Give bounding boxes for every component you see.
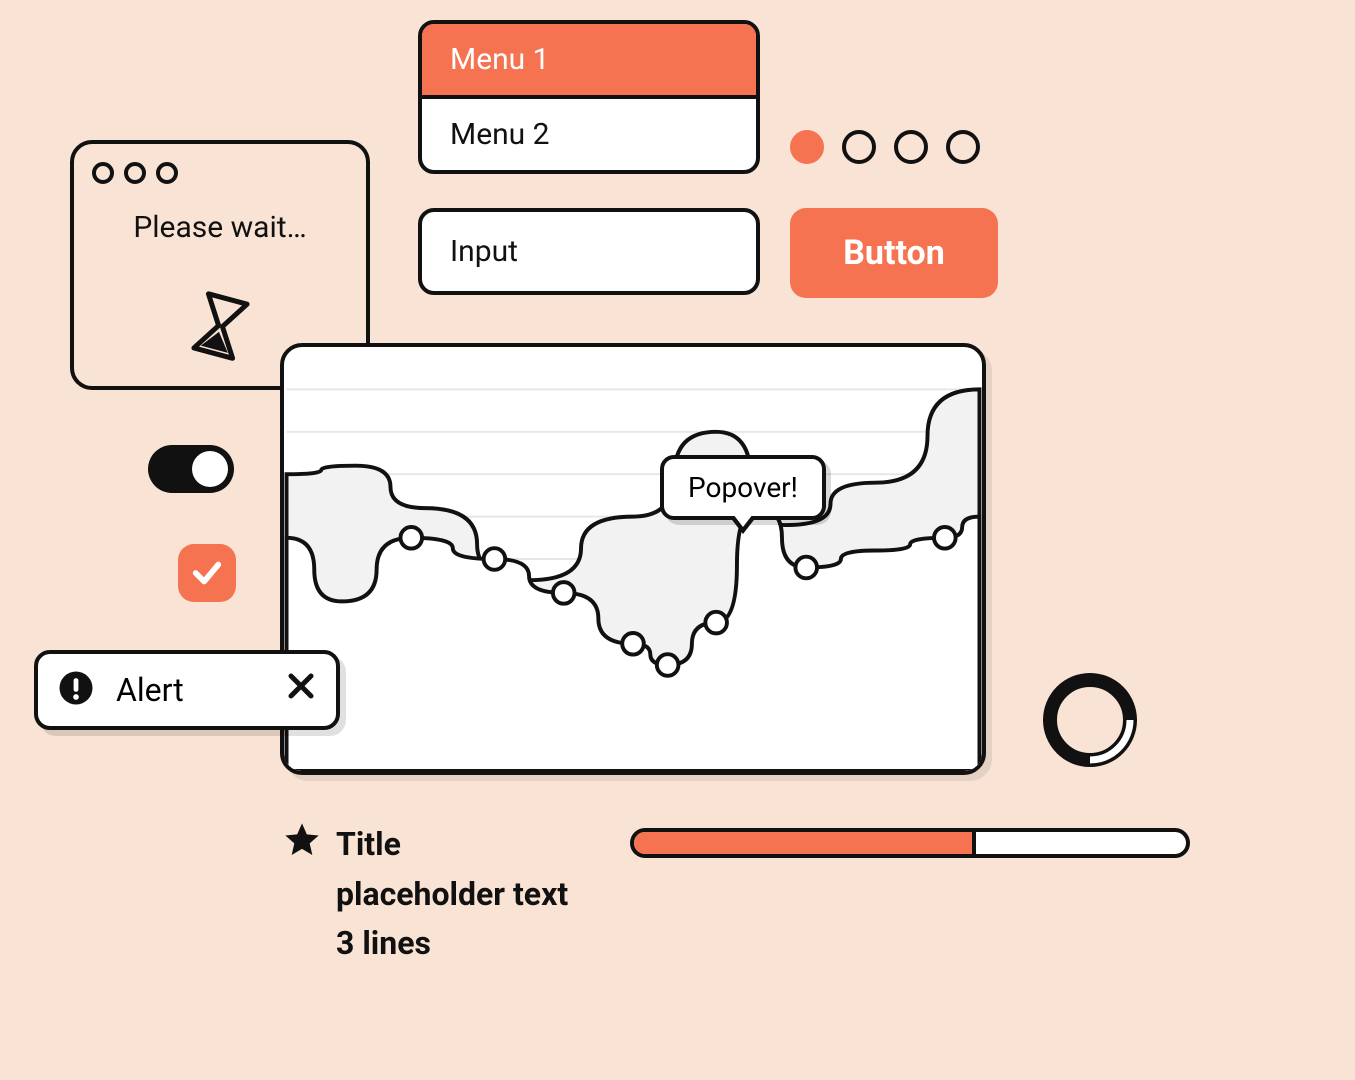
star-icon <box>282 820 322 864</box>
close-icon[interactable] <box>286 670 316 710</box>
primary-button[interactable]: Button <box>790 208 998 298</box>
check-icon <box>190 556 224 590</box>
text-input[interactable]: Input <box>418 208 760 295</box>
title-text: Title placeholder text 3 lines <box>336 820 568 969</box>
title-line-2: placeholder text <box>336 870 568 920</box>
chart-panel <box>280 343 986 775</box>
popover: Popover! <box>660 455 826 520</box>
title-line-1: Title <box>336 820 568 870</box>
menu-item-2[interactable]: Menu 2 <box>422 99 756 170</box>
pagination <box>790 130 980 164</box>
window-dot <box>156 162 178 184</box>
loading-text: Please wait… <box>92 210 348 245</box>
alert-text: Alert <box>116 671 264 709</box>
progress-bar <box>630 828 1190 858</box>
page-dot-2[interactable] <box>842 130 876 164</box>
toggle-switch[interactable] <box>148 445 234 493</box>
chart-svg <box>284 347 982 771</box>
page-dot-4[interactable] <box>946 130 980 164</box>
window-dot <box>92 162 114 184</box>
window-controls <box>92 162 348 184</box>
loading-spinner-icon <box>1040 670 1140 770</box>
checkbox[interactable] <box>178 544 236 602</box>
alert-toast: Alert <box>34 650 340 730</box>
title-block: Title placeholder text 3 lines <box>282 820 568 969</box>
alert-icon <box>58 670 94 710</box>
hourglass-icon <box>186 288 254 367</box>
toggle-knob <box>192 451 228 487</box>
title-line-3: 3 lines <box>336 919 568 969</box>
page-dot-1[interactable] <box>790 130 824 164</box>
window-dot <box>124 162 146 184</box>
progress-fill <box>634 832 976 854</box>
page-dot-3[interactable] <box>894 130 928 164</box>
menu: Menu 1 Menu 2 <box>418 20 760 174</box>
menu-item-1[interactable]: Menu 1 <box>422 24 756 99</box>
